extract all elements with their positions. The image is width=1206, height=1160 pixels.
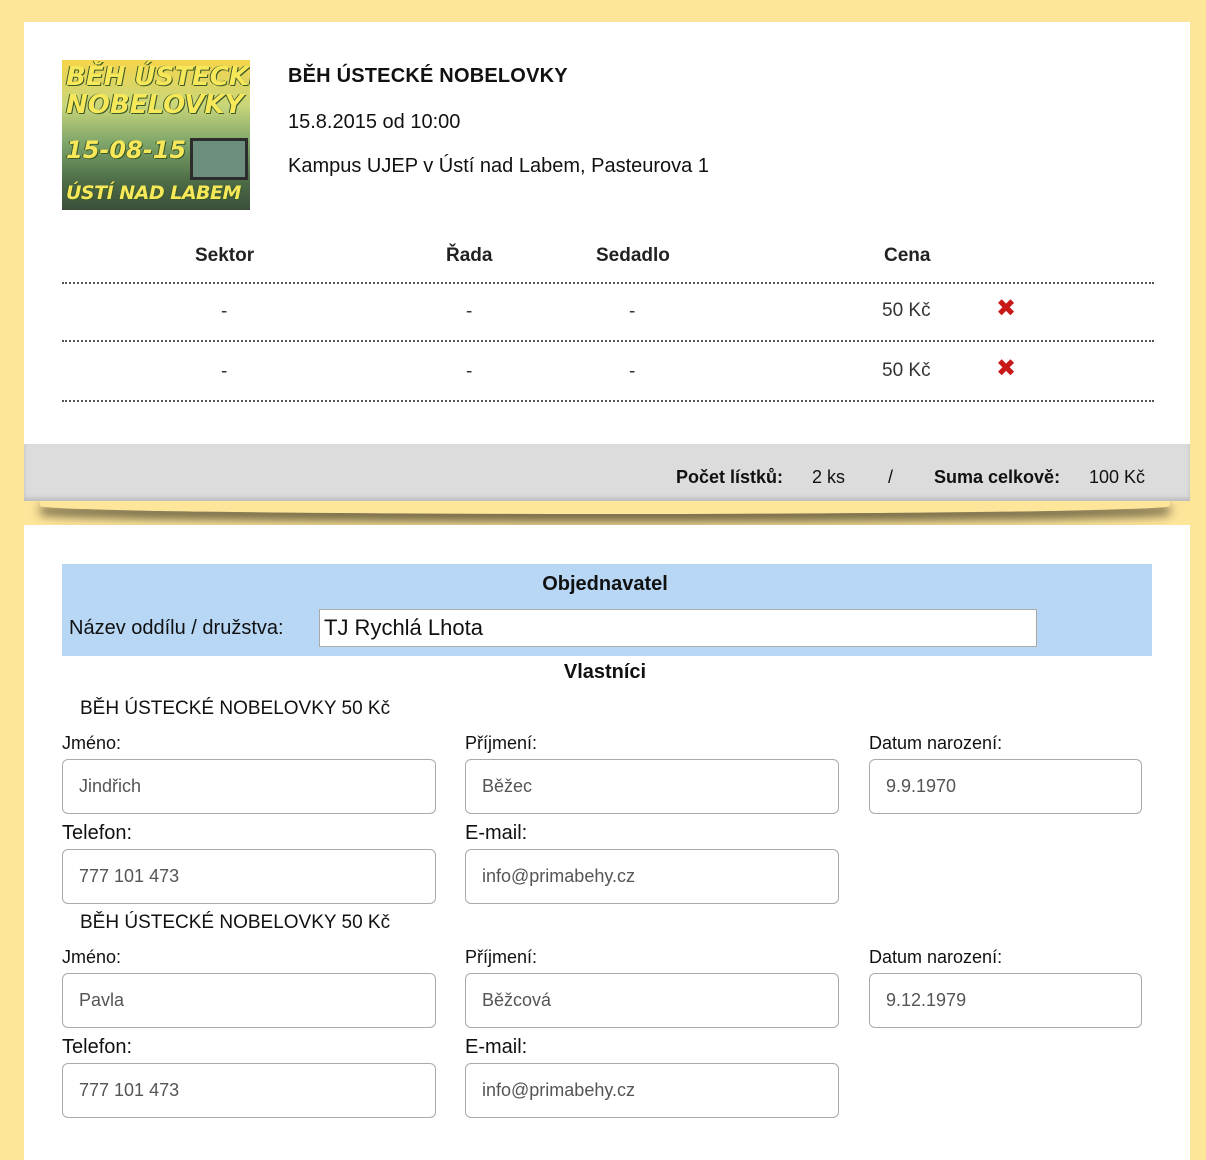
cell-seat: - — [629, 361, 636, 382]
summary-separator: / — [888, 467, 894, 487]
cell-price: 50 Kč — [882, 360, 931, 381]
email-label: E-mail: — [465, 1036, 528, 1058]
thumbnail-text-line: ÚSTÍ NAD LABEM — [66, 182, 241, 204]
birth-date-label: Datum narození: — [869, 947, 1003, 967]
event-place: Kampus UJEP v Ústí nad Labem, Pasteurova… — [288, 155, 709, 177]
ticket-count-label: Počet lístků: — [676, 467, 784, 487]
first-name-label: Jméno: — [62, 733, 122, 753]
team-name-input[interactable] — [319, 609, 1037, 647]
close-icon[interactable]: ✖ — [996, 354, 1016, 382]
first-name-input[interactable] — [62, 973, 436, 1028]
team-name-label: Název oddílu / družstva: — [69, 617, 284, 639]
column-header-row: Řada — [446, 245, 493, 266]
total-value: 100 Kč — [1089, 467, 1146, 487]
last-name-input[interactable] — [465, 759, 839, 814]
table-divider — [62, 400, 1154, 402]
owner-ticket-heading: BĚH ÚSTECKÉ NOBELOVKY 50 Kč — [80, 698, 391, 719]
email-input[interactable] — [465, 1063, 839, 1118]
owners-title: Vlastníci — [563, 661, 647, 683]
thumbnail-text-line: NOBELOVKY — [66, 90, 244, 120]
event-date: 15.8.2015 od 10:00 — [288, 111, 461, 133]
birth-date-input[interactable] — [869, 973, 1142, 1028]
first-name-input[interactable] — [62, 759, 436, 814]
thumbnail-screen — [190, 138, 248, 180]
orderer-title: Objednavatel — [542, 573, 668, 595]
table-divider — [62, 282, 1154, 284]
event-title: BĚH ÚSTECKÉ NOBELOVKY — [288, 65, 568, 87]
phone-label: Telefon: — [62, 822, 133, 844]
phone-input[interactable] — [62, 849, 436, 904]
column-header-seat: Sedadlo — [596, 245, 670, 266]
cell-sector: - — [221, 301, 228, 322]
thumbnail-text-line: BĚH ÚSTECKÉ — [66, 62, 250, 92]
phone-label: Telefon: — [62, 1036, 133, 1058]
first-name-label: Jméno: — [62, 947, 122, 967]
thumbnail-text-line: 15-08-15 — [66, 136, 187, 164]
owner-ticket-heading: BĚH ÚSTECKÉ NOBELOVKY 50 Kč — [80, 912, 391, 933]
total-label: Suma celkově: — [934, 467, 1061, 487]
phone-input[interactable] — [62, 1063, 436, 1118]
column-header-sector: Sektor — [195, 245, 255, 266]
cell-sector: - — [221, 361, 228, 382]
cell-seat: - — [629, 301, 636, 322]
ticket-count-value: 2 ks — [812, 467, 846, 487]
last-name-label: Příjmení: — [465, 733, 538, 753]
birth-date-label: Datum narození: — [869, 733, 1003, 753]
cell-row: - — [466, 361, 473, 382]
last-name-input[interactable] — [465, 973, 839, 1028]
event-thumbnail: BĚH ÚSTECKÉ NOBELOVKY 15-08-15 ÚSTÍ NAD … — [62, 60, 250, 210]
column-header-price: Cena — [884, 245, 931, 266]
cell-row: - — [466, 301, 473, 322]
cell-price: 50 Kč — [882, 300, 931, 321]
email-input[interactable] — [465, 849, 839, 904]
close-icon[interactable]: ✖ — [996, 294, 1016, 322]
email-label: E-mail: — [465, 822, 528, 844]
birth-date-input[interactable] — [869, 759, 1142, 814]
last-name-label: Příjmení: — [465, 947, 538, 967]
table-divider — [62, 340, 1154, 342]
